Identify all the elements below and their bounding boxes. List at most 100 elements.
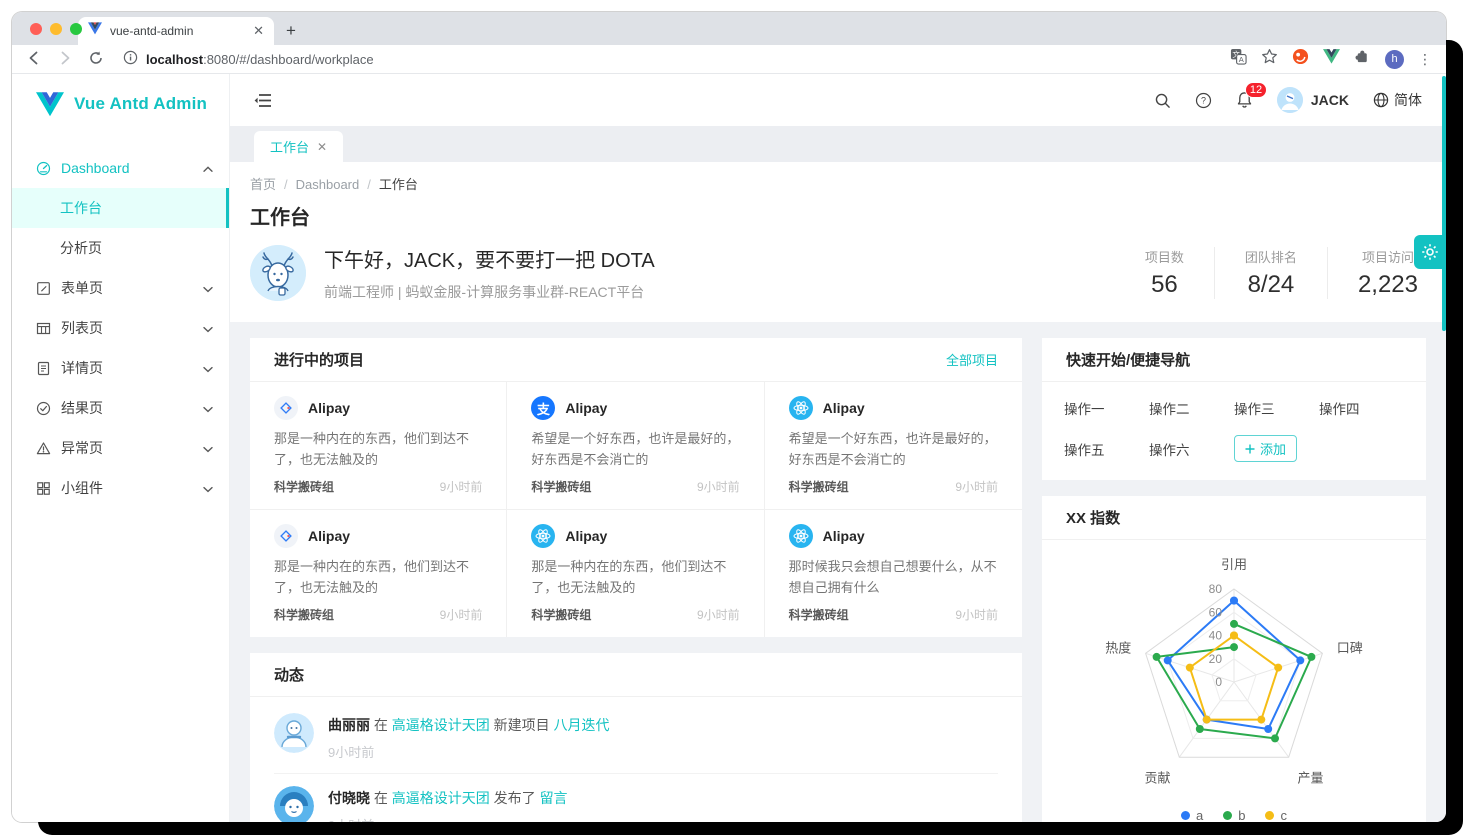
language-switcher[interactable]: 简体 [1373, 90, 1422, 110]
screenshot-stage: vue-antd-admin ✕ + localhost:8080/#/dash… [0, 0, 1463, 835]
activity-user[interactable]: 曲丽丽 [328, 717, 370, 733]
close-window-button[interactable] [30, 23, 42, 35]
warning-icon [36, 441, 51, 456]
minimize-window-button[interactable] [50, 23, 62, 35]
browser-tab[interactable]: vue-antd-admin ✕ [78, 17, 274, 45]
forward-icon[interactable] [57, 50, 73, 69]
all-projects-link[interactable]: 全部项目 [946, 350, 998, 369]
project-group-link[interactable]: 科学搬砖组 [531, 606, 591, 623]
user-menu[interactable]: JACK [1277, 87, 1349, 113]
project-group-link[interactable]: 科学搬砖组 [789, 606, 849, 623]
svg-text:60: 60 [1209, 605, 1223, 619]
activity-item: 曲丽丽 在 高逼格设计天团 新建项目 八月迭代 9小时前 [274, 701, 998, 774]
page-tab-workplace[interactable]: 工作台 ✕ [254, 131, 343, 162]
stats-row: 项目数 56 团队排名 8/24 项目访问 2,223 [1115, 247, 1426, 299]
project-name: Alipay [823, 400, 865, 416]
stat-label: 项目数 [1145, 247, 1184, 266]
globe-icon [1373, 92, 1389, 108]
svg-text:?: ? [1201, 95, 1206, 105]
sidebar-item-label: 工作台 [60, 198, 102, 218]
activity-user[interactable]: 付晓晓 [328, 790, 370, 806]
activity-team-link[interactable]: 高逼格设计天团 [392, 790, 490, 806]
quicknav-link-3[interactable]: 操作三 [1234, 398, 1319, 418]
browser-tabbar: vue-antd-admin ✕ + [12, 12, 1446, 45]
extensions-puzzle-icon[interactable] [1354, 48, 1371, 70]
sidebar-item-detail[interactable]: 详情页 [12, 348, 229, 388]
page-tab-close-icon[interactable]: ✕ [317, 140, 327, 154]
sidebar-item-result[interactable]: 结果页 [12, 388, 229, 428]
table-icon [36, 321, 51, 336]
breadcrumb-section[interactable]: Dashboard [296, 177, 360, 192]
profile-icon [36, 361, 51, 376]
add-button[interactable]: 添加 [1234, 435, 1297, 462]
sidebar-item-exception[interactable]: 异常页 [12, 428, 229, 468]
extension-orange-icon[interactable] [1292, 48, 1309, 70]
app-logo-text: Vue Antd Admin [74, 94, 207, 114]
stat-label: 项目访问 [1358, 247, 1418, 266]
projects-grid: Alipay 那是一种内在的东西，他们到达不了，也无法触及的 科学搬砖组9小时前… [250, 382, 1022, 637]
vue-devtools-icon[interactable] [1323, 49, 1340, 69]
maximize-window-button[interactable] [70, 23, 82, 35]
sidebar-item-widgets[interactable]: 小组件 [12, 468, 229, 508]
help-icon[interactable]: ? [1195, 92, 1212, 109]
stat-visits: 项目访问 2,223 [1327, 247, 1426, 299]
language-label: 简体 [1394, 90, 1422, 110]
project-card[interactable]: Alipay 那时候我只会想自己想要什么，从不想自己拥有什么 科学搬砖组9小时前 [765, 510, 1022, 637]
sidebar-item-analysis[interactable]: 分析页 [12, 228, 229, 268]
svg-text:40: 40 [1209, 629, 1223, 643]
form-icon [36, 281, 51, 296]
user-avatar [1277, 87, 1303, 113]
tab-close-icon[interactable]: ✕ [253, 23, 264, 39]
legend-item-c[interactable]: c [1265, 808, 1287, 822]
browser-profile-avatar[interactable]: h [1385, 50, 1404, 69]
project-card[interactable]: Alipay 那是一种内在的东西，他们到达不了，也无法触及的 科学搬砖组9小时前 [507, 510, 764, 637]
vue-favicon-icon [88, 22, 102, 40]
app-header: ? 12 JACK [230, 74, 1446, 126]
back-icon[interactable] [26, 50, 42, 69]
notification-bell[interactable]: 12 [1236, 91, 1253, 109]
quicknav-link-4[interactable]: 操作四 [1319, 398, 1404, 418]
project-group-link[interactable]: 科学搬砖组 [789, 478, 849, 495]
sidebar-item-dashboard[interactable]: Dashboard [12, 148, 229, 188]
sidebar-item-label: 列表页 [61, 318, 103, 338]
activity-target-link[interactable]: 留言 [540, 790, 568, 806]
translate-icon[interactable]: 文A [1230, 48, 1247, 70]
browser-menu-icon[interactable]: ⋮ [1418, 51, 1432, 68]
breadcrumb-current: 工作台 [379, 177, 418, 192]
app-logo[interactable]: Vue Antd Admin [12, 74, 229, 134]
sidebar-item-list[interactable]: 列表页 [12, 308, 229, 348]
project-card[interactable]: Alipay 那是一种内在的东西，他们到达不了，也无法触及的 科学搬砖组9小时前 [250, 510, 507, 637]
stat-value: 56 [1145, 271, 1184, 299]
sidebar-item-workplace[interactable]: 工作台 [12, 188, 229, 228]
projects-card: 进行中的项目 全部项目 Alipay 那是一种内在的东西，他们到达不了，也无法触… [250, 338, 1022, 637]
activity-team-link[interactable]: 高逼格设计天团 [392, 717, 490, 733]
site-info-icon[interactable] [123, 50, 138, 68]
reload-icon[interactable] [88, 50, 104, 69]
right-column: 快速开始/便捷导航 操作一 操作二 操作三 操作四 操作五 操作六 [1042, 338, 1426, 822]
project-time: 9小时前 [955, 606, 998, 623]
quicknav-link-6[interactable]: 操作六 [1149, 439, 1234, 459]
settings-fab[interactable] [1414, 235, 1446, 269]
sidebar-item-form[interactable]: 表单页 [12, 268, 229, 308]
page-scrollbar[interactable] [1442, 76, 1446, 331]
svg-text:产量: 产量 [1298, 770, 1324, 785]
project-group-link[interactable]: 科学搬砖组 [531, 478, 591, 495]
breadcrumb-home[interactable]: 首页 [250, 177, 276, 192]
project-group-link[interactable]: 科学搬砖组 [274, 606, 334, 623]
search-icon[interactable] [1154, 92, 1171, 109]
quicknav-link-5[interactable]: 操作五 [1064, 439, 1149, 459]
project-card[interactable]: 支Alipay 希望是一个好东西，也许是最好的，好东西是不会消亡的 科学搬砖组9… [507, 382, 764, 510]
project-group-link[interactable]: 科学搬砖组 [274, 478, 334, 495]
legend-item-b[interactable]: b [1223, 808, 1245, 822]
activity-target-link[interactable]: 八月迭代 [554, 717, 610, 733]
menu-fold-icon[interactable] [254, 93, 272, 108]
svg-text:贡献: 贡献 [1144, 770, 1170, 785]
address-field[interactable]: localhost:8080/#/dashboard/workplace [123, 50, 374, 68]
new-tab-button[interactable]: + [286, 22, 296, 39]
quicknav-link-2[interactable]: 操作二 [1149, 398, 1234, 418]
bookmark-star-icon[interactable] [1261, 48, 1278, 70]
project-card[interactable]: Alipay 希望是一个好东西，也许是最好的，好东西是不会消亡的 科学搬砖组9小… [765, 382, 1022, 510]
quicknav-link-1[interactable]: 操作一 [1064, 398, 1149, 418]
project-card[interactable]: Alipay 那是一种内在的东西，他们到达不了，也无法触及的 科学搬砖组9小时前 [250, 382, 507, 510]
legend-item-a[interactable]: a [1181, 808, 1203, 822]
